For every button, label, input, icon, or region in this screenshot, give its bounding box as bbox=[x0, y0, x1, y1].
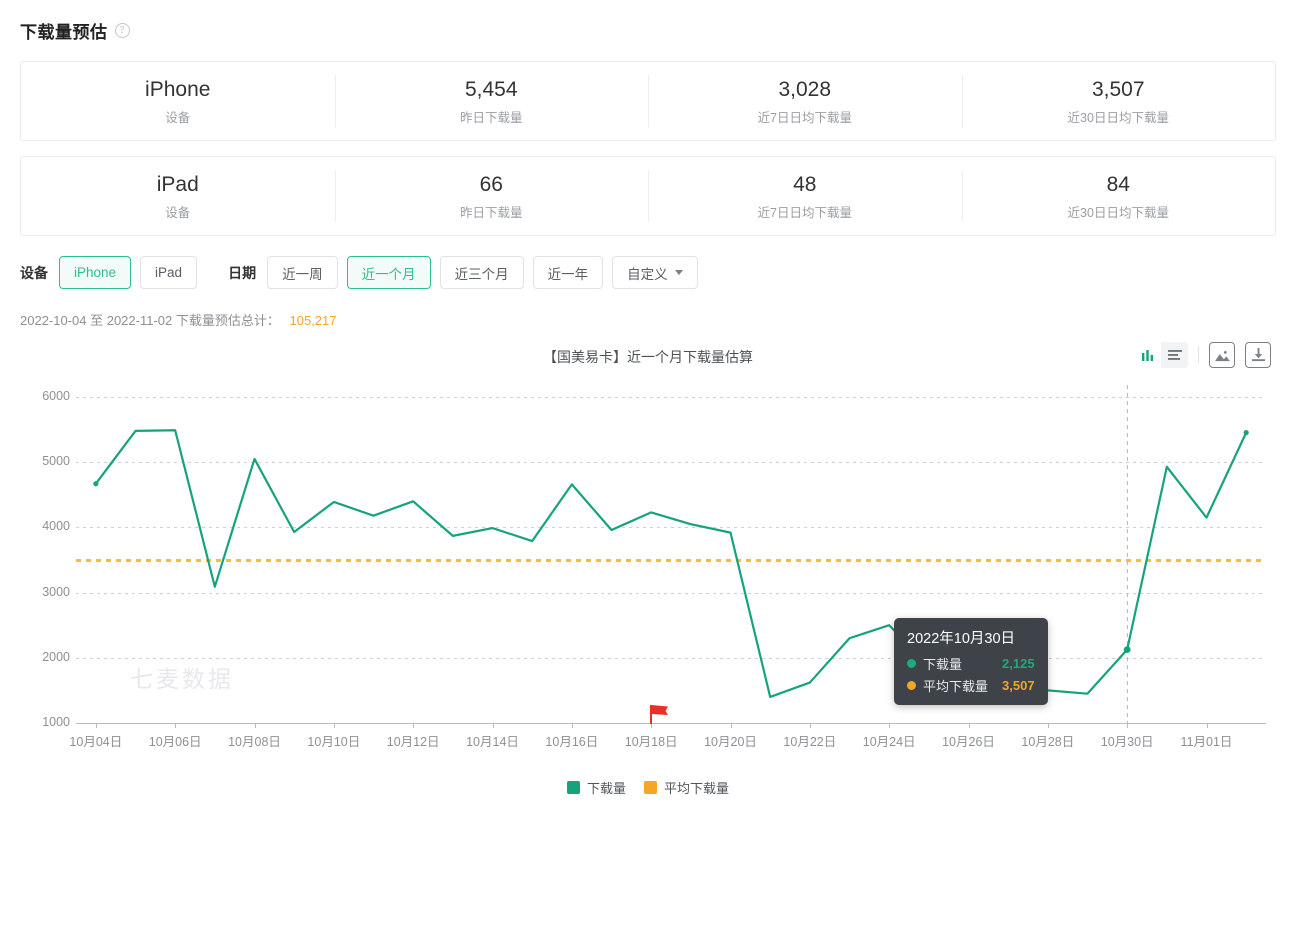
chart-tooltip: 2022年10月30日下载量 2,125 平均下载量 3,507 bbox=[894, 618, 1048, 705]
stat-value: 3,028 bbox=[778, 77, 832, 101]
question-mark-icon[interactable]: ? bbox=[114, 23, 130, 38]
page-title: 下载量预估 bbox=[20, 23, 108, 42]
summary-total-line: 2022-10-04 至 2022-11-02 下载量预估总计： 105,217 bbox=[20, 310, 1276, 329]
stat-card-ipad: iPad 设备 66 昨日下载量 48 近7日日均下载量 84 近30日日均下载… bbox=[20, 156, 1276, 236]
stat-label: 昨日下载量 bbox=[459, 111, 523, 126]
stat-label: 设备 bbox=[165, 206, 191, 221]
chart-legend: 下载量 平均下载量 bbox=[20, 778, 1276, 797]
summary-range-text: 2022-10-04 至 2022-11-02 下载量预估总计： bbox=[20, 313, 280, 328]
tooltip-series-dot bbox=[907, 681, 916, 690]
tooltip-row: 下载量 2,125 bbox=[907, 654, 1035, 673]
legend-swatch bbox=[566, 781, 580, 794]
stat-label: 近7日日均下载量 bbox=[757, 111, 852, 126]
download-chart-panel: 【国美易卡】近一个月下载量估算 七麦数据 1000 2000 3000 4000… bbox=[20, 342, 1276, 797]
download-icon[interactable] bbox=[1245, 342, 1271, 368]
stat-value: 5,454 bbox=[464, 77, 518, 101]
tooltip-series-value: 2,125 bbox=[1002, 656, 1035, 671]
image-icon[interactable] bbox=[1209, 342, 1235, 368]
bar-chart-icon[interactable] bbox=[1134, 342, 1161, 368]
stat-label: 近7日日均下载量 bbox=[757, 206, 852, 221]
highlighted-data-point bbox=[1123, 646, 1131, 654]
stat-value: iPad bbox=[156, 172, 199, 196]
date-option-week[interactable]: 近一周 bbox=[267, 256, 338, 289]
stat-label: 近30日日均下载量 bbox=[1067, 206, 1169, 221]
downloads-line-series bbox=[93, 429, 1249, 699]
stat-label: 近30日日均下载量 bbox=[1067, 111, 1169, 126]
stat-label: 昨日下载量 bbox=[459, 206, 523, 221]
stat-value: 66 bbox=[479, 172, 503, 196]
legend-item-average[interactable]: 平均下载量 bbox=[644, 778, 729, 797]
tooltip-title: 2022年10月30日 bbox=[907, 631, 1016, 647]
chart-plot-area: 七麦数据 1000 2000 3000 4000 5000 6000 10月04日 10月06… bbox=[20, 385, 1276, 765]
update-flag-icon[interactable] bbox=[649, 703, 673, 725]
device-option-ipad[interactable]: iPad bbox=[140, 256, 198, 289]
stat-value: iPhone bbox=[145, 77, 211, 101]
toolbar-divider bbox=[1198, 346, 1199, 364]
tooltip-series-name: 下载量 bbox=[923, 657, 963, 672]
stat-cell-device: iPad 设备 bbox=[21, 157, 335, 235]
tooltip-series-dot bbox=[907, 659, 916, 668]
summary-total-value: 105,217 bbox=[289, 313, 337, 328]
chart-toolbar bbox=[1134, 342, 1271, 368]
custom-label: 自定义 bbox=[627, 266, 668, 282]
chevron-down-icon bbox=[674, 270, 683, 275]
stat-cell-7day-avg: 3,028 近7日日均下载量 bbox=[648, 62, 962, 140]
chart-title: 【国美易卡】近一个月下载量估算 bbox=[543, 349, 753, 365]
stat-cell-30day-avg: 3,507 近30日日均下载量 bbox=[961, 62, 1276, 140]
stat-cell-yesterday: 5,454 昨日下载量 bbox=[334, 62, 649, 140]
device-filter-label: 设备 bbox=[20, 264, 48, 281]
view-toggle-group bbox=[1134, 342, 1188, 368]
downloads-estimate-page: 下载量预估 ? iPhone 设备 5,454 昨日下载量 3,028 近7日日… bbox=[0, 0, 1296, 797]
stat-value: 3,507 bbox=[1091, 77, 1145, 101]
legend-swatch bbox=[644, 781, 657, 794]
device-option-iphone[interactable]: iPhone bbox=[59, 256, 132, 289]
page-header: 下载量预估 ? bbox=[20, 18, 1276, 43]
list-view-icon[interactable] bbox=[1161, 342, 1188, 368]
tooltip-series-value: 3,507 bbox=[1002, 678, 1035, 693]
stat-cell-yesterday: 66 昨日下载量 bbox=[334, 157, 649, 235]
date-option-three-months[interactable]: 近三个月 bbox=[439, 256, 524, 289]
stat-label: 设备 bbox=[165, 111, 191, 126]
date-option-year[interactable]: 近一年 bbox=[532, 256, 604, 289]
stat-value: 48 bbox=[793, 172, 817, 196]
tooltip-row: 平均下载量 3,507 bbox=[907, 676, 1035, 695]
legend-item-downloads[interactable]: 下载量 bbox=[566, 778, 626, 797]
date-option-custom[interactable]: 自定义 bbox=[612, 256, 698, 289]
filter-bar: 设备 iPhone iPad 日期 近一周 近一个月 近三个月 近一年 自定义 bbox=[20, 256, 1276, 289]
stat-cell-device: iPhone 设备 bbox=[21, 62, 335, 140]
legend-label: 下载量 bbox=[586, 781, 626, 796]
date-option-month[interactable]: 近一个月 bbox=[346, 256, 431, 289]
date-filter-label: 日期 bbox=[228, 264, 257, 281]
tooltip-series-name: 平均下载量 bbox=[923, 679, 989, 694]
stat-card-iphone: iPhone 设备 5,454 昨日下载量 3,028 近7日日均下载量 3,5… bbox=[20, 61, 1276, 141]
stat-cell-7day-avg: 48 近7日日均下载量 bbox=[648, 157, 962, 235]
stat-cell-30day-avg: 84 近30日日均下载量 bbox=[961, 157, 1276, 235]
legend-label: 平均下载量 bbox=[664, 781, 730, 796]
stat-value: 84 bbox=[1106, 172, 1130, 196]
